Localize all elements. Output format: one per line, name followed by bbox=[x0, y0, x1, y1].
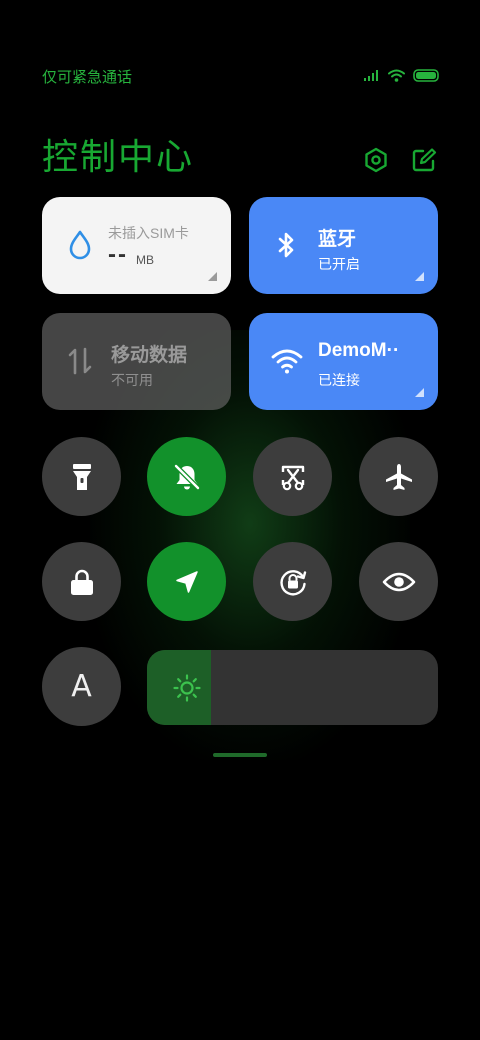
rotation-lock-button[interactable] bbox=[253, 542, 332, 621]
battery-icon bbox=[413, 68, 439, 82]
brightness-slider[interactable] bbox=[147, 650, 438, 725]
data-usage-value: -- bbox=[108, 241, 128, 268]
sun-icon bbox=[173, 674, 201, 702]
status-icons bbox=[364, 67, 440, 83]
airplane-mode-button[interactable] bbox=[359, 437, 438, 516]
bell-off-icon bbox=[173, 463, 200, 490]
airplane-icon bbox=[385, 463, 412, 490]
eye-icon bbox=[382, 572, 415, 591]
scissors-screenshot-icon bbox=[281, 465, 304, 490]
mobile-data-title: 移动数据 bbox=[111, 345, 188, 366]
data-usage-unit: MB bbox=[136, 253, 154, 267]
mobile-data-tile[interactable]: 移动数据 不可用 bbox=[42, 313, 231, 410]
wifi-status: 已连接 bbox=[318, 372, 360, 388]
expand-corner-icon bbox=[415, 272, 424, 281]
location-arrow-icon bbox=[175, 570, 198, 593]
water-drop-icon bbox=[64, 229, 96, 261]
flashlight-button[interactable] bbox=[42, 437, 121, 516]
edit-icon bbox=[412, 148, 437, 172]
silent-mode-button[interactable] bbox=[147, 437, 226, 516]
lock-icon bbox=[70, 569, 93, 595]
page-title: 控制中心 bbox=[42, 136, 195, 177]
rotation-lock-icon bbox=[279, 569, 306, 595]
bluetooth-icon bbox=[271, 229, 303, 261]
edit-button[interactable] bbox=[410, 146, 438, 174]
bluetooth-title: 蓝牙 bbox=[318, 229, 357, 250]
signal-icon bbox=[364, 70, 378, 81]
settings-button[interactable] bbox=[362, 146, 390, 174]
mobile-data-status: 不可用 bbox=[111, 372, 153, 388]
auto-brightness-label: A bbox=[71, 669, 92, 704]
auto-brightness-button[interactable]: A bbox=[42, 647, 121, 726]
reading-mode-button[interactable] bbox=[359, 542, 438, 621]
settings-hexagon-icon bbox=[365, 147, 387, 173]
expand-corner-icon bbox=[208, 272, 217, 281]
expand-corner-icon bbox=[415, 388, 424, 397]
bluetooth-tile[interactable]: 蓝牙 已开启 bbox=[249, 197, 438, 294]
bluetooth-status: 已开启 bbox=[318, 256, 360, 272]
sim-status-label: 未插入SIM卡 bbox=[108, 225, 189, 241]
wifi-network-name: DemoM·· bbox=[318, 340, 400, 361]
flashlight-icon bbox=[72, 463, 91, 490]
lock-screen-button[interactable] bbox=[42, 542, 121, 621]
data-usage-tile[interactable]: 未插入SIM卡 -- MB bbox=[42, 197, 231, 294]
wifi-status-icon bbox=[388, 69, 405, 82]
wifi-icon bbox=[271, 345, 303, 377]
wifi-tile[interactable]: DemoM·· 已连接 bbox=[249, 313, 438, 410]
status-carrier-text: 仅可紧急通话 bbox=[42, 69, 133, 86]
data-transfer-icon bbox=[64, 345, 96, 377]
location-button[interactable] bbox=[147, 542, 226, 621]
home-indicator[interactable] bbox=[213, 753, 267, 757]
screenshot-button[interactable] bbox=[253, 437, 332, 516]
